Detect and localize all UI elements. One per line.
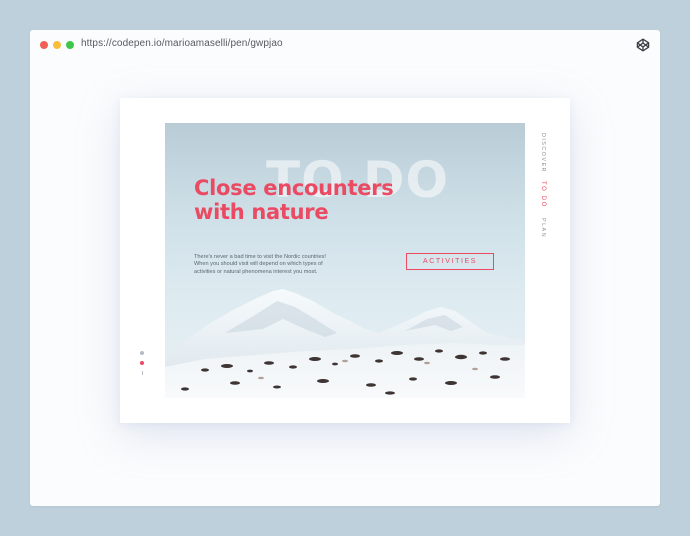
description-line-1: There's never a bad time to visit the No… (194, 254, 326, 260)
headline-line-1: Close encounters (194, 176, 394, 200)
pager-dot-1[interactable] (140, 351, 144, 355)
description-line-3: activities or natural phenomena interest… (194, 268, 318, 275)
nav-item-discover[interactable]: DISCOVER (540, 133, 554, 173)
nav-item-todo[interactable]: TO DO (540, 181, 554, 208)
hero-headline: Close encounters with nature (194, 176, 454, 224)
codepen-icon[interactable] (636, 38, 650, 52)
pager-dot-2-active[interactable] (140, 361, 144, 365)
nav-item-plan-label: PLAN (540, 218, 546, 238)
pager-line (141, 371, 143, 375)
headline-line-2: with nature (194, 200, 329, 224)
description-line-2: When you should visit will depend on whi… (194, 261, 323, 268)
address-bar-url[interactable]: https://codepen.io/marioamaselli/pen/gwp… (81, 38, 283, 49)
browser-toolbar: https://codepen.io/marioamaselli/pen/gwp… (30, 30, 660, 60)
hero-description: There's never a bad time to visit the No… (194, 254, 369, 276)
activities-button[interactable]: ACTIVITIES (406, 253, 494, 270)
nav-item-discover-label: DISCOVER (540, 133, 546, 173)
nav-item-todo-label: TO DO (540, 181, 546, 208)
hero-panel: TO DO Close encounters with nature There… (165, 123, 525, 398)
maximize-window-button[interactable] (66, 41, 74, 49)
minimize-window-button[interactable] (53, 41, 61, 49)
close-window-button[interactable] (40, 41, 48, 49)
nav-item-plan[interactable]: PLAN (540, 218, 554, 238)
